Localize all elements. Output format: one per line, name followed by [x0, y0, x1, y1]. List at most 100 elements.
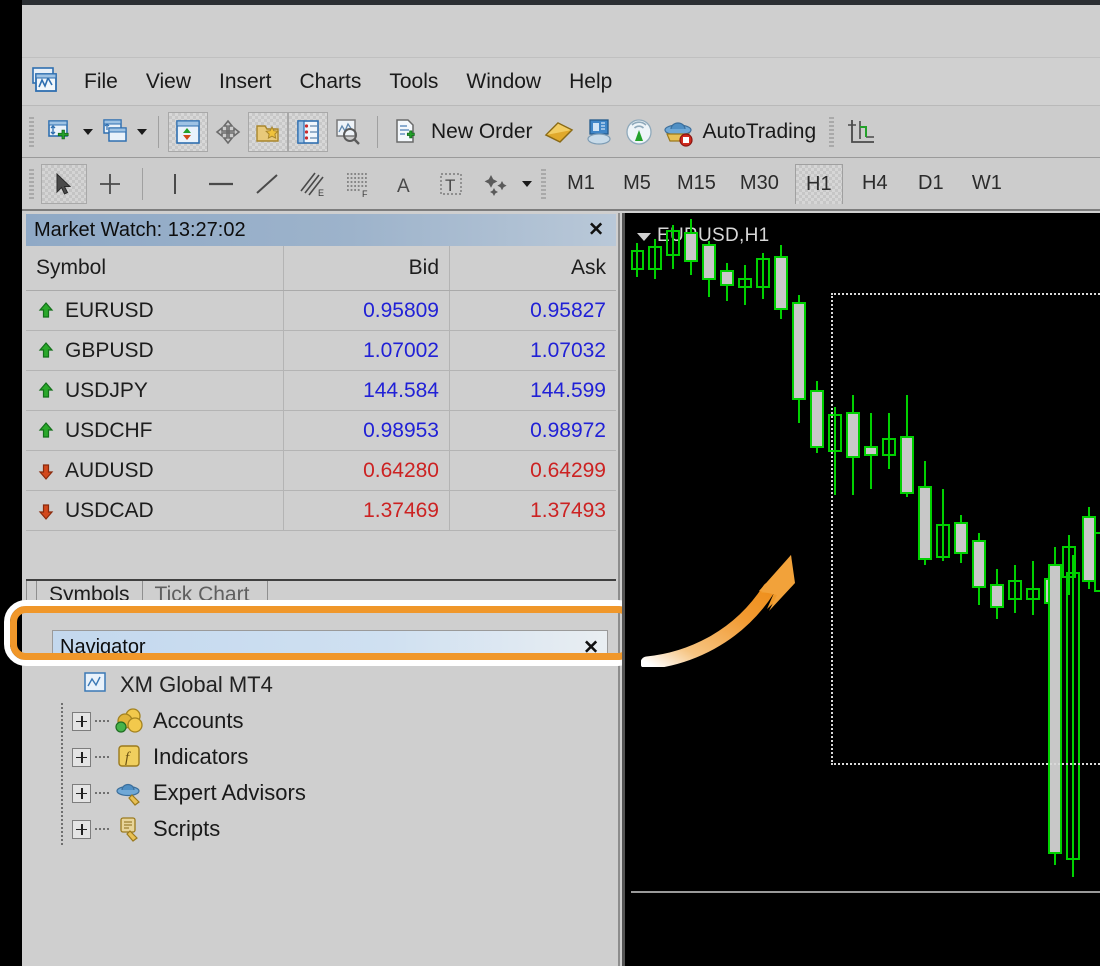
timeframe-m1[interactable]: M1: [557, 164, 605, 204]
menu-item-window[interactable]: Window: [452, 67, 555, 97]
table-row[interactable]: AUDUSD 0.64280 0.64299: [26, 451, 616, 491]
chart-selection-rectangle[interactable]: [831, 293, 1100, 765]
equidistant-channel-tool[interactable]: E: [290, 164, 336, 204]
navigator-title-bar[interactable]: Navigator ✕: [52, 630, 608, 665]
orange-curved-arrow-icon: [640, 547, 831, 670]
tab-symbols[interactable]: Symbols: [36, 581, 142, 611]
menu-item-charts[interactable]: Charts: [286, 67, 376, 97]
tree-node-expert-advisors[interactable]: Expert Advisors: [52, 775, 592, 811]
cursor-tool[interactable]: [41, 163, 87, 204]
terminal-button[interactable]: [288, 111, 328, 152]
drawing-toolbar: E F A T M1 M5 M15 M30 H1 H4 D1 W1: [22, 158, 1100, 211]
timeframe-m15[interactable]: M15: [669, 164, 724, 204]
expand-plus-icon[interactable]: [72, 783, 91, 803]
toolbar-grip[interactable]: [539, 166, 548, 201]
arrow-up-icon: [36, 381, 56, 401]
svg-text:T: T: [445, 176, 455, 195]
tab-tick-chart[interactable]: Tick Chart: [141, 581, 262, 611]
close-x-icon[interactable]: ✕: [583, 638, 599, 657]
toolbar-grip[interactable]: [827, 114, 837, 149]
menu-item-help[interactable]: Help: [555, 67, 626, 97]
new-chart-button[interactable]: [41, 112, 81, 152]
chart-canvas[interactable]: EURUSD,H1: [631, 217, 1100, 966]
tree-connector-line: [61, 811, 63, 847]
symbol-cell: USDCAD: [26, 491, 284, 530]
tree-node-label: Scripts: [153, 816, 221, 841]
metaeditor-icon[interactable]: [539, 112, 579, 152]
column-header-symbol[interactable]: Symbol: [26, 246, 284, 290]
expand-plus-icon[interactable]: [72, 819, 91, 839]
autotrading-label[interactable]: AutoTrading: [703, 120, 817, 144]
tree-connector-line: [61, 739, 63, 775]
table-row[interactable]: USDCAD 1.37469 1.37493: [26, 491, 616, 531]
bid-value: 0.95809: [284, 291, 450, 330]
navigator-title: Navigator: [60, 636, 146, 658]
timeframe-d1[interactable]: D1: [907, 164, 955, 204]
signals-broadcast-icon[interactable]: [619, 112, 659, 152]
new-order-button[interactable]: [387, 112, 427, 152]
menu-item-insert[interactable]: Insert: [205, 67, 286, 97]
tree-node-label: Expert Advisors: [153, 780, 306, 805]
column-header-bid[interactable]: Bid: [284, 246, 450, 290]
timeframe-h1[interactable]: H1: [794, 163, 843, 204]
crosshair-tool[interactable]: [87, 164, 133, 204]
table-row[interactable]: USDCHF 0.98953 0.98972: [26, 411, 616, 451]
tree-node-scripts[interactable]: Scripts: [52, 811, 592, 847]
close-x-icon[interactable]: ✕: [582, 219, 610, 242]
crosshair-axis-icon[interactable]: [841, 112, 881, 152]
arrow-up-icon: [36, 301, 56, 321]
fibonacci-tool[interactable]: F: [336, 164, 382, 204]
menu-item-file[interactable]: File: [70, 67, 132, 97]
timeframe-w1[interactable]: W1: [963, 164, 1011, 204]
symbol-name: EURUSD: [65, 298, 154, 322]
strategy-tester-button[interactable]: [328, 112, 368, 152]
market-watch-tabs: Symbols Tick Chart: [26, 579, 616, 615]
mql5-community-icon[interactable]: [579, 112, 619, 152]
accounts-coins-icon: [115, 707, 145, 735]
table-row[interactable]: USDJPY 144.584 144.599: [26, 371, 616, 411]
menu-item-tools[interactable]: Tools: [375, 67, 452, 97]
table-row[interactable]: EURUSD 0.95809 0.95827: [26, 291, 616, 331]
vertical-line-tool[interactable]: [152, 164, 198, 204]
mt4-terminal-icon: [82, 671, 112, 699]
trendline-tool[interactable]: [244, 164, 290, 204]
navigator-panel: Navigator ✕ XM Global MT4 Accounts f Ind…: [22, 615, 620, 966]
main-toolbar: New Order AutoTrading: [22, 105, 1100, 158]
toolbar-grip[interactable]: [27, 114, 36, 149]
timeframe-m30[interactable]: M30: [732, 164, 787, 204]
menu-item-view[interactable]: View: [132, 67, 205, 97]
profiles-button[interactable]: [95, 112, 135, 152]
navigator-button[interactable]: [248, 111, 288, 152]
tree-connector-dots: [95, 720, 111, 722]
expand-plus-icon[interactable]: [72, 747, 91, 767]
chevron-down-icon[interactable]: [81, 112, 95, 152]
market-watch-button[interactable]: [168, 111, 208, 152]
chart-separator-line: [631, 891, 1100, 893]
timeframe-m5[interactable]: M5: [613, 164, 661, 204]
shapes-tool[interactable]: [474, 164, 520, 204]
chart-panel[interactable]: EURUSD,H1: [622, 213, 1100, 966]
symbol-name: USDCHF: [65, 418, 153, 442]
horizontal-line-tool[interactable]: [198, 164, 244, 204]
chevron-down-icon[interactable]: [135, 112, 149, 152]
new-order-label[interactable]: New Order: [431, 120, 533, 144]
svg-text:E: E: [318, 188, 324, 198]
text-tool[interactable]: A: [382, 164, 428, 204]
toolbar-separator: [377, 115, 378, 148]
tree-root-item[interactable]: XM Global MT4: [52, 667, 592, 703]
data-window-button[interactable]: [208, 112, 248, 152]
expand-plus-icon[interactable]: [72, 711, 91, 731]
toolbar-grip[interactable]: [27, 166, 36, 201]
tree-node-accounts[interactable]: Accounts: [52, 703, 592, 739]
table-row[interactable]: GBPUSD 1.07002 1.07032: [26, 331, 616, 371]
chevron-down-icon[interactable]: [520, 164, 534, 204]
column-header-ask[interactable]: Ask: [450, 246, 616, 290]
tree-node-indicators[interactable]: f Indicators: [52, 739, 592, 775]
timeframe-h4[interactable]: H4: [851, 164, 899, 204]
autotrading-hat-icon[interactable]: [659, 112, 699, 152]
text-label-tool[interactable]: T: [428, 164, 474, 204]
tree-node-label: Accounts: [153, 708, 244, 733]
tree-connector-dots: [95, 792, 111, 794]
symbol-name: USDJPY: [65, 378, 148, 402]
market-watch-title-bar[interactable]: Market Watch: 13:27:02 ✕: [26, 214, 616, 246]
